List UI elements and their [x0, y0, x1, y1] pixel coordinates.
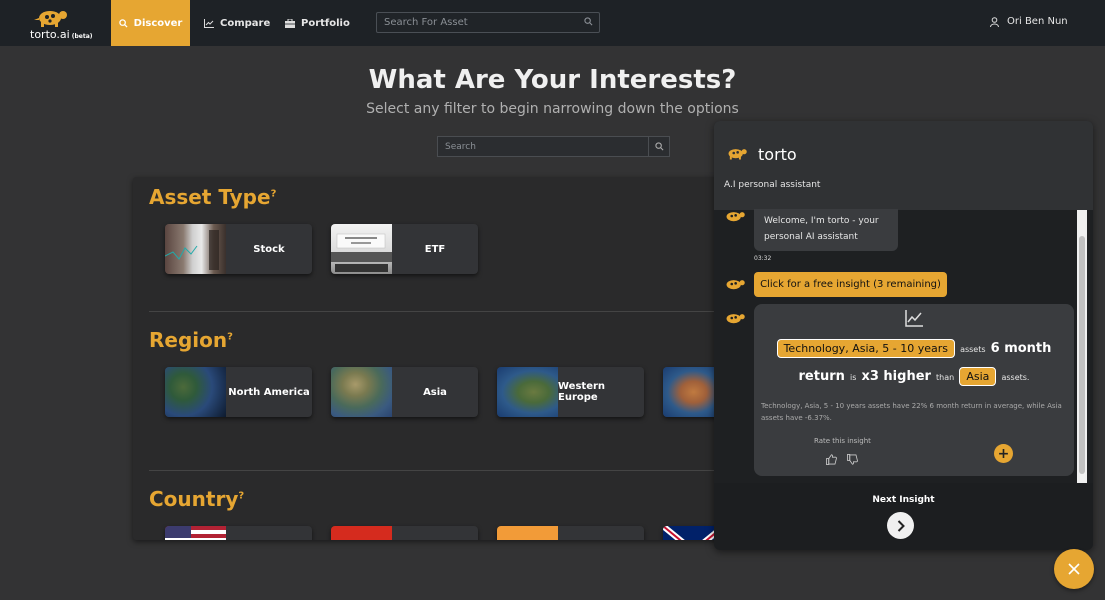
filter-card-asia[interactable]: Asia	[331, 367, 478, 417]
top-nav: torto.ai (beta) Discover Compare Portfoli…	[0, 0, 1105, 46]
help-icon[interactable]: ?	[238, 490, 244, 501]
turtle-avatar-icon	[726, 212, 745, 222]
insight-filter-chip[interactable]: Technology, Asia, 5 - 10 years	[776, 339, 955, 358]
filter-card-country-2[interactable]	[331, 526, 478, 540]
chat-scrollbar[interactable]	[1077, 210, 1087, 483]
search-icon[interactable]	[584, 17, 593, 26]
thumbs-down-icon[interactable]	[847, 454, 858, 465]
insight-compare-chip[interactable]: Asia	[959, 367, 997, 386]
search-icon	[118, 18, 128, 28]
north-america-map-thumbnail	[165, 367, 226, 417]
section-title-country: Country?	[149, 487, 245, 511]
page-subtitle: Select any filter to begin narrowing dow…	[366, 101, 739, 117]
insight-description: Technology, Asia, 5 - 10 years assets ha…	[761, 402, 1062, 422]
add-insight-button[interactable]: +	[994, 444, 1013, 463]
etf-thumbnail	[331, 224, 392, 274]
tab-discover[interactable]: Discover	[111, 0, 190, 46]
chart-line-icon	[905, 310, 923, 327]
thumbs-up-icon[interactable]	[826, 454, 837, 465]
page-title: What Are Your Interests?	[368, 65, 737, 95]
search-icon	[654, 142, 663, 151]
free-insight-button[interactable]: Click for a free insight (3 remaining)	[754, 272, 947, 297]
filter-card-label: Asia	[423, 386, 447, 398]
assistant-name: torto	[758, 145, 797, 164]
filter-card-label: Stock	[253, 243, 285, 255]
section-divider	[149, 470, 719, 471]
western-europe-map-thumbnail	[497, 367, 558, 417]
user-icon	[990, 16, 999, 27]
chevron-right-icon	[897, 519, 905, 532]
chart-line-icon	[204, 18, 214, 28]
turtle-avatar-icon	[726, 314, 745, 324]
turtle-logo-icon	[34, 11, 67, 27]
filter-card-country-3[interactable]	[497, 526, 644, 540]
orange-flag-thumbnail	[497, 526, 558, 540]
insight-metric: 6 month	[990, 341, 1052, 356]
turtle-avatar-icon	[728, 149, 747, 160]
filter-card-stock[interactable]: Stock	[165, 224, 312, 274]
assistant-chat-panel: torto A.I personal assistant Welcome, I'…	[714, 121, 1093, 550]
filter-card-label: North America	[228, 386, 310, 398]
tab-compare[interactable]: Compare	[204, 0, 270, 46]
turtle-avatar-icon	[726, 280, 745, 290]
filter-card-country-us[interactable]	[165, 526, 312, 540]
filter-search	[437, 136, 670, 157]
logo[interactable]: torto.ai (beta)	[28, 6, 98, 41]
assistant-subtitle: A.I personal assistant	[724, 180, 821, 190]
tab-label: Portfolio	[301, 17, 350, 29]
briefcase-icon	[285, 18, 295, 28]
section-title-asset-type: Asset Type?	[149, 185, 277, 209]
filter-search-button[interactable]	[648, 137, 669, 156]
filter-panel: Asset Type? Stock ETF Region? North Amer…	[133, 177, 733, 540]
tab-portfolio[interactable]: Portfolio	[285, 0, 350, 46]
tab-label: Discover	[133, 17, 183, 29]
user-menu[interactable]: Ori Ben Nun	[990, 16, 1068, 27]
filter-card-etf[interactable]: ETF	[331, 224, 478, 274]
stock-thumbnail	[165, 224, 226, 274]
next-insight-label: Next Insight	[872, 495, 935, 505]
rate-insight-label: Rate this insight	[814, 437, 871, 445]
filter-card-western-europe[interactable]: Western Europe	[497, 367, 644, 417]
help-icon[interactable]: ?	[271, 188, 277, 199]
filter-search-input[interactable]	[438, 137, 648, 156]
section-title-region: Region?	[149, 328, 233, 352]
welcome-message: Welcome, I'm torto - your personal AI as…	[754, 209, 898, 251]
section-divider	[149, 311, 719, 312]
insight-line-1: Technology, Asia, 5 - 10 years assets 6 …	[754, 337, 1074, 358]
asia-map-thumbnail	[331, 367, 392, 417]
next-insight-button[interactable]	[887, 512, 914, 539]
chat-footer: Next Insight	[714, 483, 1093, 550]
filter-card-label: Western Europe	[558, 381, 606, 403]
close-icon	[1068, 563, 1080, 575]
filter-card-north-america[interactable]: North America	[165, 367, 312, 417]
user-name: Ori Ben Nun	[1007, 16, 1068, 27]
red-flag-thumbnail	[331, 526, 392, 540]
help-icon[interactable]: ?	[227, 331, 233, 342]
chat-header: torto A.I personal assistant	[714, 121, 1093, 210]
insight-multiplier: x3 higher	[861, 369, 931, 384]
insight-card: Technology, Asia, 5 - 10 years assets 6 …	[754, 304, 1074, 476]
brand-name: torto.ai (beta)	[30, 28, 93, 41]
rating-buttons	[826, 454, 858, 465]
insight-line-2: return is x3 higher than Asia assets.	[798, 367, 1030, 386]
message-timestamp: 03:32	[754, 255, 772, 262]
close-chat-button[interactable]	[1054, 549, 1094, 589]
asset-search-input[interactable]	[377, 13, 577, 32]
asset-search	[376, 12, 600, 33]
filter-card-label: ETF	[424, 243, 446, 255]
scrollbar-thumb[interactable]	[1079, 236, 1085, 474]
us-flag-thumbnail	[165, 526, 226, 540]
tab-label: Compare	[220, 17, 271, 29]
